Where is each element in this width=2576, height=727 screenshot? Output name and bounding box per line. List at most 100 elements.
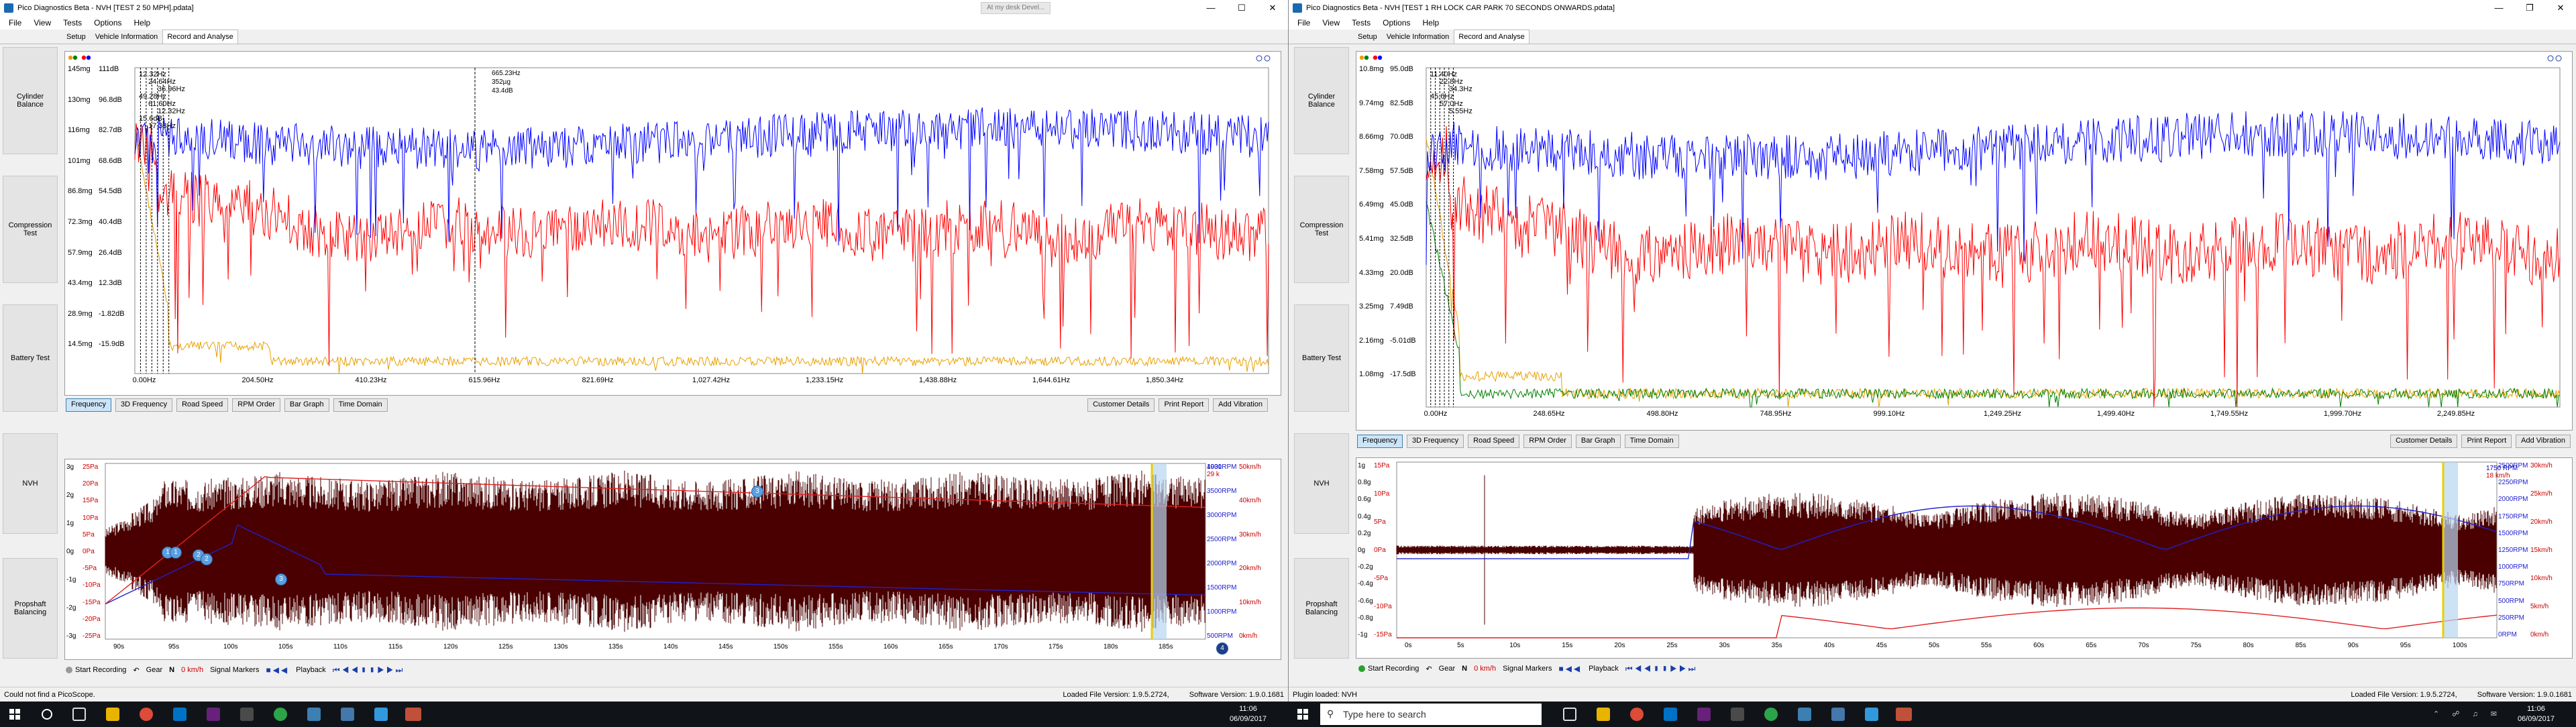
sidebar-item-nvh[interactable]: NVH	[1294, 433, 1349, 534]
sidebar-item-propshaft-balancing[interactable]: Propshaft Balancing	[1294, 558, 1349, 659]
pico-tool-icon[interactable]	[240, 708, 254, 721]
3d-frequency-view-button[interactable]: 3D Frequency	[115, 398, 173, 412]
app-monitor-icon[interactable]	[374, 708, 388, 721]
minimize-icon[interactable]: —	[1195, 0, 1226, 16]
sidebar-item-battery-test[interactable]: Battery Test	[3, 304, 58, 412]
menu-view[interactable]: View	[1316, 16, 1346, 30]
rpm-order-view-button[interactable]: RPM Order	[232, 398, 280, 412]
start-recording-button[interactable]: Start Recording	[66, 666, 126, 674]
road-speed-view-button[interactable]: Road Speed	[176, 398, 229, 412]
add-vibration-button[interactable]: Add Vibration	[2516, 435, 2571, 448]
search-input[interactable]: Type here to search	[1320, 704, 1542, 725]
pico-diagnostics-icon[interactable]	[405, 708, 421, 721]
time-domain-chart[interactable]	[65, 459, 1282, 661]
time-domain-view-button[interactable]: Time Domain	[333, 398, 388, 412]
signal-marker[interactable]: 3	[751, 486, 763, 498]
windows-start-icon[interactable]	[1297, 709, 1308, 720]
file-explorer-icon[interactable]	[106, 708, 119, 721]
windows-start-icon[interactable]	[9, 709, 20, 720]
outlook-icon[interactable]	[1664, 708, 1677, 721]
tab-setup[interactable]: Setup	[62, 30, 91, 44]
chrome-icon[interactable]	[140, 708, 153, 721]
maximize-icon[interactable]: ❐	[2514, 0, 2545, 16]
g-axis-tick-label: 1g	[1358, 462, 1366, 469]
pico-tool-icon[interactable]	[1731, 708, 1744, 721]
app-green-icon[interactable]	[1764, 708, 1778, 721]
file-explorer-icon[interactable]	[1597, 708, 1610, 721]
playback-controls-icon[interactable]: ⏮◀◀▮▮▶▶⏭	[1625, 664, 1698, 674]
menu-options[interactable]: Options	[1377, 16, 1416, 30]
menu-tests[interactable]: Tests	[1346, 16, 1377, 30]
app-green-icon[interactable]	[274, 708, 287, 721]
menu-file[interactable]: File	[1291, 16, 1316, 30]
task-view-icon[interactable]	[1563, 708, 1576, 721]
signal-marker[interactable]: 1	[170, 547, 182, 559]
print-report-button[interactable]: Print Report	[2461, 435, 2512, 448]
sidebar-item-nvh[interactable]: NVH	[3, 433, 58, 534]
background-window-tab[interactable]: At my desk Devel...	[981, 2, 1051, 14]
menu-tests[interactable]: Tests	[57, 16, 88, 30]
minimize-icon[interactable]: —	[2483, 0, 2514, 16]
app-tool-icon[interactable]	[341, 708, 354, 721]
menu-help[interactable]: Help	[1417, 16, 1446, 30]
sidebar-item-compression-test[interactable]: Compression Test	[3, 176, 58, 283]
signal-marker[interactable]: 2	[201, 553, 213, 565]
undo-icon[interactable]: ↶	[1426, 665, 1432, 673]
outlook-icon[interactable]	[173, 708, 186, 721]
menu-help[interactable]: Help	[128, 16, 157, 30]
chrome-icon[interactable]	[1630, 708, 1644, 721]
pico-diagnostics-icon[interactable]	[1896, 708, 1912, 721]
menu-options[interactable]: Options	[88, 16, 127, 30]
print-report-button[interactable]: Print Report	[1159, 398, 1210, 412]
system-tray[interactable]: ⌃ ☍ ♫ ✉	[2433, 710, 2502, 718]
sidebar-item-battery-test[interactable]: Battery Test	[1294, 304, 1349, 412]
visual-studio-icon[interactable]	[207, 708, 220, 721]
frequency-spectrum-chart[interactable]	[1356, 52, 2573, 431]
bar-graph-view-button[interactable]: Bar Graph	[1575, 435, 1621, 448]
bar-graph-view-button[interactable]: Bar Graph	[284, 398, 329, 412]
app-blue-icon[interactable]	[307, 708, 321, 721]
undo-icon[interactable]: ↶	[133, 666, 139, 675]
close-icon[interactable]: ✕	[2545, 0, 2576, 16]
frequency-view-button[interactable]: Frequency	[66, 398, 111, 412]
time-domain-view-button[interactable]: Time Domain	[1624, 435, 1679, 448]
menu-file[interactable]: File	[3, 16, 28, 30]
frequency-spectrum-chart[interactable]	[65, 52, 1282, 396]
marker-nav-icon[interactable]: ■◀◀	[1558, 664, 1582, 673]
close-icon[interactable]: ✕	[1257, 0, 1288, 16]
marker-nav-icon[interactable]: ■◀◀	[266, 665, 289, 675]
tab-record-and-analyse[interactable]: Record and Analyse	[162, 30, 238, 44]
signal-marker[interactable]: 3	[275, 573, 287, 585]
menu-view[interactable]: View	[28, 16, 57, 30]
visual-studio-icon[interactable]	[1697, 708, 1711, 721]
sidebar-item-cylinder-balance[interactable]: Cylinder Balance	[1294, 47, 1349, 154]
cortana-icon[interactable]	[42, 709, 52, 720]
rpm-order-view-button[interactable]: RPM Order	[1523, 435, 1572, 448]
app-monitor-icon[interactable]	[1865, 708, 1878, 721]
frequency-view-button[interactable]: Frequency	[1357, 435, 1403, 448]
maximize-icon[interactable]: ☐	[1226, 0, 1257, 16]
start-recording-button[interactable]: Start Recording	[1358, 665, 1419, 673]
tab-vehicle-information[interactable]: Vehicle Information	[1382, 30, 1454, 44]
pa-axis-tick-label: 15Pa	[1374, 462, 1390, 469]
sidebar-item-compression-test[interactable]: Compression Test	[1294, 176, 1349, 283]
app-tool-icon[interactable]	[1831, 708, 1845, 721]
road-speed-view-button[interactable]: Road Speed	[1468, 435, 1520, 448]
signal-markers-label[interactable]: Signal Markers	[1503, 665, 1552, 673]
tab-setup[interactable]: Setup	[1353, 30, 1382, 44]
sidebar-item-propshaft-balancing[interactable]: Propshaft Balancing	[3, 558, 58, 659]
task-view-icon[interactable]	[72, 708, 86, 721]
3d-frequency-view-button[interactable]: 3D Frequency	[1406, 435, 1464, 448]
time-domain-chart[interactable]	[1356, 458, 2573, 659]
tab-record-and-analyse[interactable]: Record and Analyse	[1454, 30, 1529, 44]
playback-controls-icon[interactable]: ⏮◀◀▮▮▶▶⏭	[333, 665, 405, 675]
app-blue-icon[interactable]	[1798, 708, 1811, 721]
sidebar-item-cylinder-balance[interactable]: Cylinder Balance	[3, 47, 58, 154]
tab-vehicle-information[interactable]: Vehicle Information	[91, 30, 163, 44]
customer-details-button[interactable]: Customer Details	[1087, 398, 1155, 412]
signal-marker[interactable]: 4	[1216, 642, 1228, 655]
customer-details-button[interactable]: Customer Details	[2390, 435, 2458, 448]
signal-markers-label[interactable]: Signal Markers	[210, 666, 259, 674]
rpm-axis-tick-label: 500RPM	[2498, 597, 2524, 605]
add-vibration-button[interactable]: Add Vibration	[1213, 398, 1268, 412]
